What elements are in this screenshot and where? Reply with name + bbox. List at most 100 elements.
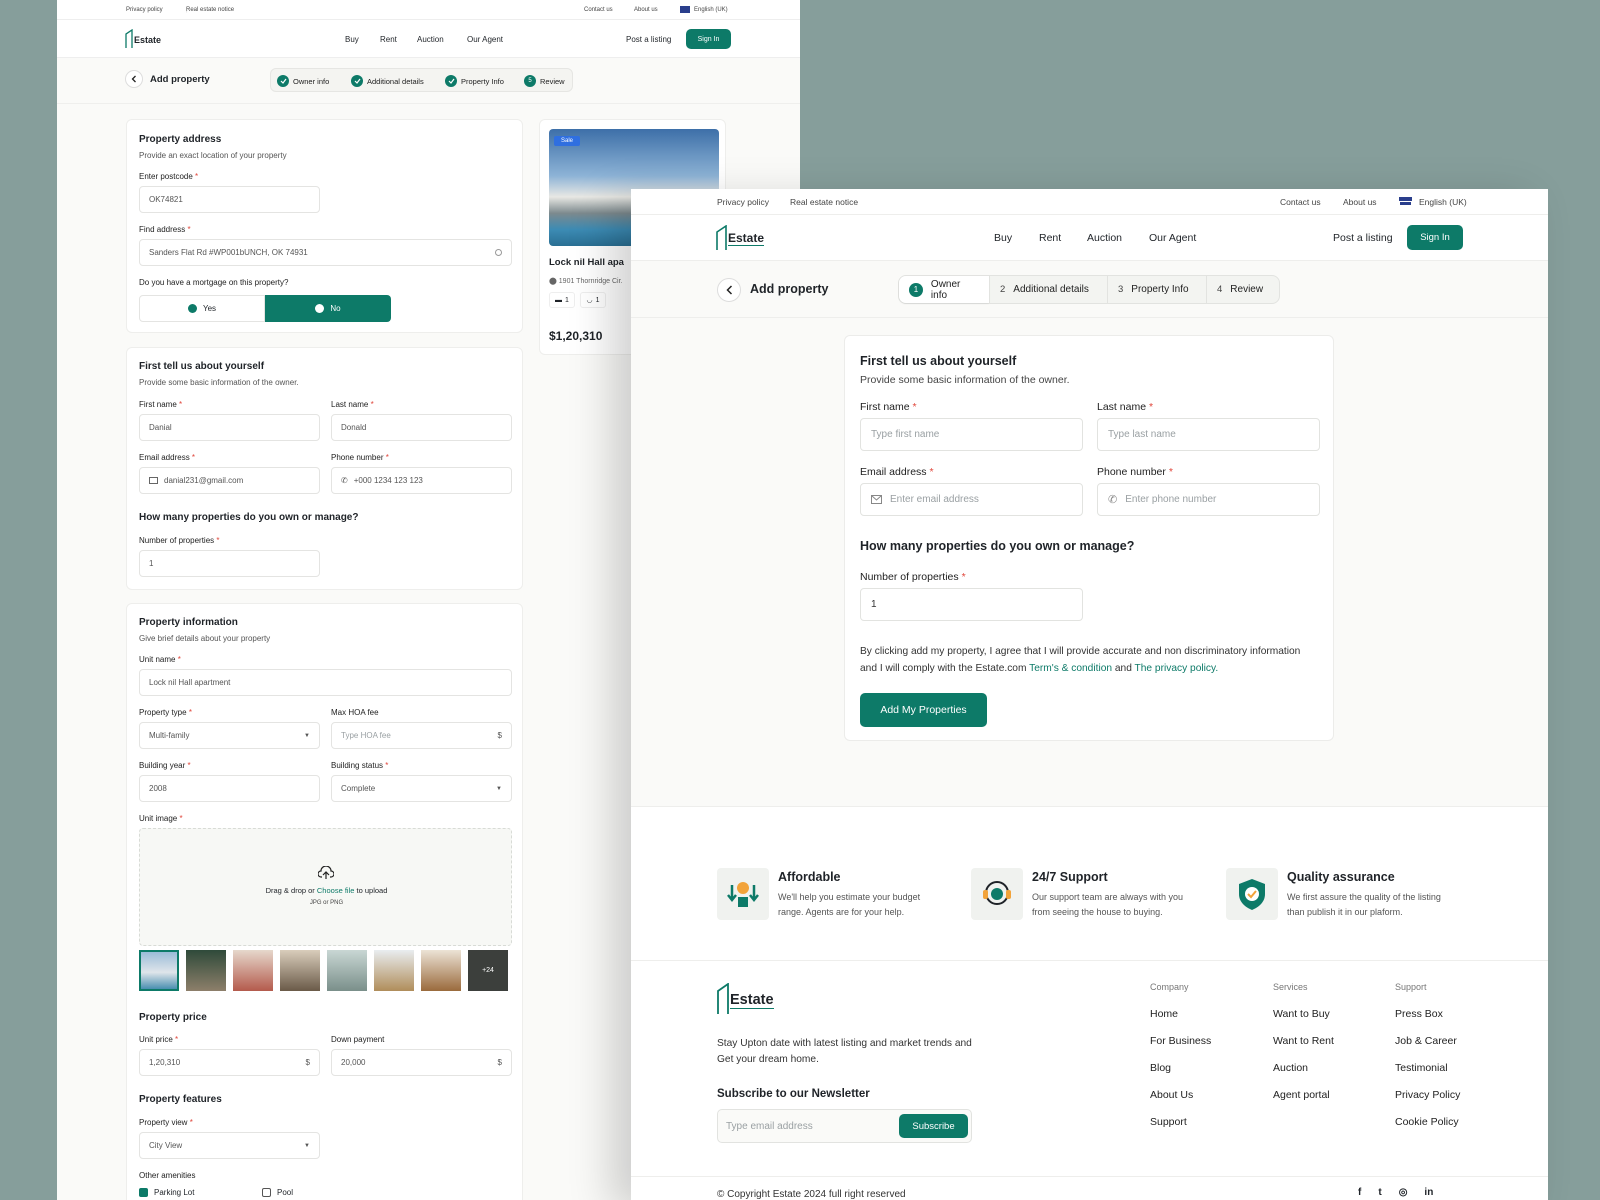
nav-auction[interactable]: Auction xyxy=(417,35,444,44)
nav-our-agent[interactable]: Our Agent xyxy=(1149,232,1196,244)
thumbnail[interactable] xyxy=(280,950,320,991)
post-listing-link[interactable]: Post a listing xyxy=(1333,232,1393,244)
footer-link[interactable]: Want to Buy xyxy=(1273,1008,1334,1021)
last-name-input[interactable]: Type last name xyxy=(1097,418,1320,451)
thumbnail[interactable] xyxy=(186,950,226,991)
facebook-icon[interactable]: f xyxy=(1358,1187,1361,1198)
last-name-input[interactable]: Donald xyxy=(331,414,512,441)
terms-link[interactable]: Term's & condition xyxy=(1029,663,1112,674)
nav-auction[interactable]: Auction xyxy=(1087,232,1122,244)
postcode-input[interactable]: OK74821 xyxy=(139,186,320,213)
choose-file-link[interactable]: Choose file xyxy=(317,886,355,895)
phone-input[interactable]: ✆ Enter phone number xyxy=(1097,483,1320,516)
nav-buy[interactable]: Buy xyxy=(345,35,359,44)
pool-checkbox[interactable]: Pool xyxy=(262,1188,293,1197)
thumbnail[interactable] xyxy=(421,950,461,991)
thumbnail[interactable] xyxy=(374,950,414,991)
address-input[interactable]: Sanders Flat Rd #WP001bUNCH, OK 74931 xyxy=(139,239,512,266)
contact-link[interactable]: Contact us xyxy=(1280,197,1321,207)
contact-link[interactable]: Contact us xyxy=(584,7,613,13)
sign-in-button[interactable]: Sign In xyxy=(686,29,731,49)
instagram-icon[interactable]: ◎ xyxy=(1399,1187,1408,1198)
footer-link[interactable]: For Business xyxy=(1150,1035,1211,1048)
footer-link[interactable]: Auction xyxy=(1273,1062,1334,1075)
footer-link[interactable]: Press Box xyxy=(1395,1008,1460,1021)
num-properties-input[interactable]: 1 xyxy=(139,550,320,577)
property-view-select[interactable]: City View ▼ xyxy=(139,1132,320,1159)
footer-link[interactable]: Privacy Policy xyxy=(1395,1089,1460,1102)
image-dropzone[interactable]: Drag & drop or Choose file to upload JPG… xyxy=(139,828,512,946)
language-select[interactable]: English (UK) xyxy=(694,7,728,13)
num-properties-input[interactable]: 1 xyxy=(860,588,1083,621)
notice-link[interactable]: Real estate notice xyxy=(186,7,234,13)
thumbnail[interactable] xyxy=(327,950,367,991)
first-name-input[interactable]: Danial xyxy=(139,414,320,441)
post-listing-link[interactable]: Post a listing xyxy=(626,35,671,44)
step-additional-details[interactable]: 2 Additional details xyxy=(990,276,1107,303)
privacy-policy-link[interactable]: The privacy policy. xyxy=(1135,663,1219,674)
mortgage-yes-option[interactable]: Yes xyxy=(139,295,265,322)
nav-rent[interactable]: Rent xyxy=(1039,232,1061,244)
step-owner-info[interactable]: Owner info xyxy=(277,73,329,89)
footer-link[interactable]: Job & Career xyxy=(1395,1035,1460,1048)
sign-in-button[interactable]: Sign In xyxy=(1407,225,1463,250)
newsletter-email-input[interactable]: Type email address xyxy=(726,1121,813,1132)
back-button[interactable] xyxy=(717,278,741,302)
property-type-select[interactable]: Multi-family ▼ xyxy=(139,722,320,749)
step-review[interactable]: 4 Review xyxy=(1207,276,1277,303)
footer-col-support: Support Press Box Job & Career Testimoni… xyxy=(1395,982,1461,1129)
footer-link[interactable]: Want to Rent xyxy=(1273,1035,1334,1048)
thumbnail[interactable] xyxy=(233,950,273,991)
stepper: Owner info Additional details Property I… xyxy=(270,68,573,92)
step-review[interactable]: 5 Review xyxy=(524,73,565,89)
language-select[interactable]: English (UK) xyxy=(1419,197,1467,207)
unit-name-input[interactable]: Lock nil Hall apartment xyxy=(139,669,512,696)
building-year-input[interactable]: 2008 xyxy=(139,775,320,802)
section-title: First tell us about yourself xyxy=(860,354,1017,368)
privacy-link[interactable]: Privacy policy xyxy=(126,7,163,13)
first-name-input[interactable]: Type first name xyxy=(860,418,1083,451)
thumbnail[interactable] xyxy=(139,950,179,991)
nav-our-agent[interactable]: Our Agent xyxy=(467,35,503,44)
brand-name[interactable]: Estate xyxy=(728,232,765,246)
footer-brand[interactable]: Estate xyxy=(730,992,774,1009)
footer-link[interactable]: Home xyxy=(1150,1008,1211,1021)
down-payment-input[interactable]: 20,000 $ xyxy=(331,1049,512,1076)
about-link[interactable]: About us xyxy=(634,7,658,13)
twitter-icon[interactable]: t xyxy=(1378,1187,1381,1198)
step-property-info[interactable]: 3 Property Info xyxy=(1108,276,1206,303)
progress-band: Add property Owner info Additional detai… xyxy=(57,58,800,104)
step-property-info[interactable]: Property Info xyxy=(445,73,504,89)
about-link[interactable]: About us xyxy=(1343,197,1377,207)
footer-link[interactable]: Cookie Policy xyxy=(1395,1116,1460,1129)
properties-question: How many properties do you own or manage… xyxy=(139,512,359,523)
brand-name[interactable]: Estate xyxy=(134,35,161,45)
building-status-select[interactable]: Complete ▼ xyxy=(331,775,512,802)
footer-link[interactable]: Blog xyxy=(1150,1062,1211,1075)
subscribe-button[interactable]: Subscribe xyxy=(899,1114,968,1138)
field-label: Last name * xyxy=(1097,401,1154,413)
unit-price-input[interactable]: 1,20,310 $ xyxy=(139,1049,320,1076)
footer-link[interactable]: Agent portal xyxy=(1273,1089,1334,1102)
nav-buy[interactable]: Buy xyxy=(994,232,1012,244)
step-owner-info[interactable]: 1 Owner info xyxy=(899,276,989,303)
parking-checkbox[interactable]: Parking Lot xyxy=(139,1188,194,1197)
nav-rent[interactable]: Rent xyxy=(380,35,397,44)
footer-link[interactable]: Support xyxy=(1150,1116,1211,1129)
footer-link[interactable]: Testimonial xyxy=(1395,1062,1460,1075)
notice-link[interactable]: Real estate notice xyxy=(790,197,858,207)
mortgage-no-option[interactable]: No xyxy=(265,295,391,322)
privacy-link[interactable]: Privacy policy xyxy=(717,197,769,207)
hoa-input[interactable]: Type HOA fee $ xyxy=(331,722,512,749)
listing-name[interactable]: Lock nil Hall apa xyxy=(549,257,624,268)
back-button[interactable] xyxy=(125,70,143,88)
step-additional-details[interactable]: Additional details xyxy=(351,73,424,89)
phone-input[interactable]: ✆ +000 1234 123 123 xyxy=(331,467,512,494)
add-my-properties-button[interactable]: Add My Properties xyxy=(860,693,987,727)
footer-link[interactable]: About Us xyxy=(1150,1089,1211,1102)
email-input[interactable]: Enter email address xyxy=(860,483,1083,516)
more-images-thumbnail[interactable]: +24 xyxy=(468,950,508,991)
linkedin-icon[interactable]: in xyxy=(1424,1187,1433,1198)
dropzone-text: Drag & drop or Choose file to upload xyxy=(265,886,388,895)
email-input[interactable]: danial231@gmail.com xyxy=(139,467,320,494)
